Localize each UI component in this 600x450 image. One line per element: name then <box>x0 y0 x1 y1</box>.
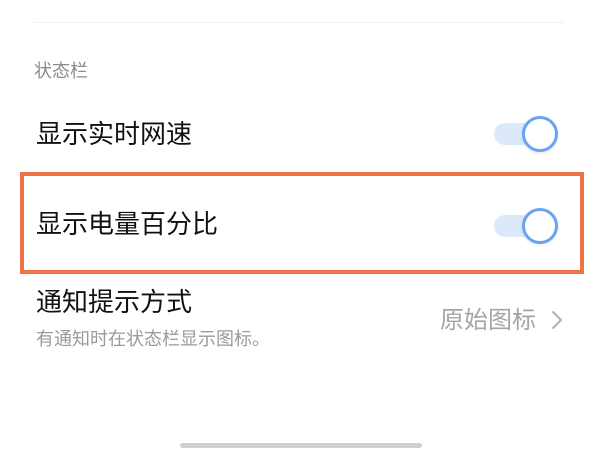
section-header-status-bar: 状态栏 <box>34 61 88 82</box>
settings-screen: 状态栏 显示实时网速 显示电量百分比 通知提示方式 有通知时在状态栏显示图标。 … <box>0 0 600 450</box>
network-speed-toggle[interactable] <box>494 116 560 152</box>
battery-percentage-toggle[interactable] <box>494 208 560 244</box>
toggle-knob <box>522 208 558 244</box>
setting-label-battery-percentage: 显示电量百分比 <box>36 210 219 240</box>
setting-row-battery-percentage[interactable]: 显示电量百分比 <box>0 202 600 248</box>
home-indicator[interactable] <box>180 443 422 448</box>
divider <box>34 22 564 23</box>
chevron-right-icon[interactable] <box>548 310 566 330</box>
toggle-knob <box>522 116 558 152</box>
setting-row-network-speed[interactable]: 显示实时网速 <box>0 112 600 158</box>
setting-label-network-speed: 显示实时网速 <box>36 120 193 150</box>
notification-style-title: 通知提示方式 <box>36 288 193 318</box>
notification-style-subtitle: 有通知时在状态栏显示图标。 <box>36 329 270 350</box>
notification-style-value[interactable]: 原始图标 <box>440 304 536 336</box>
